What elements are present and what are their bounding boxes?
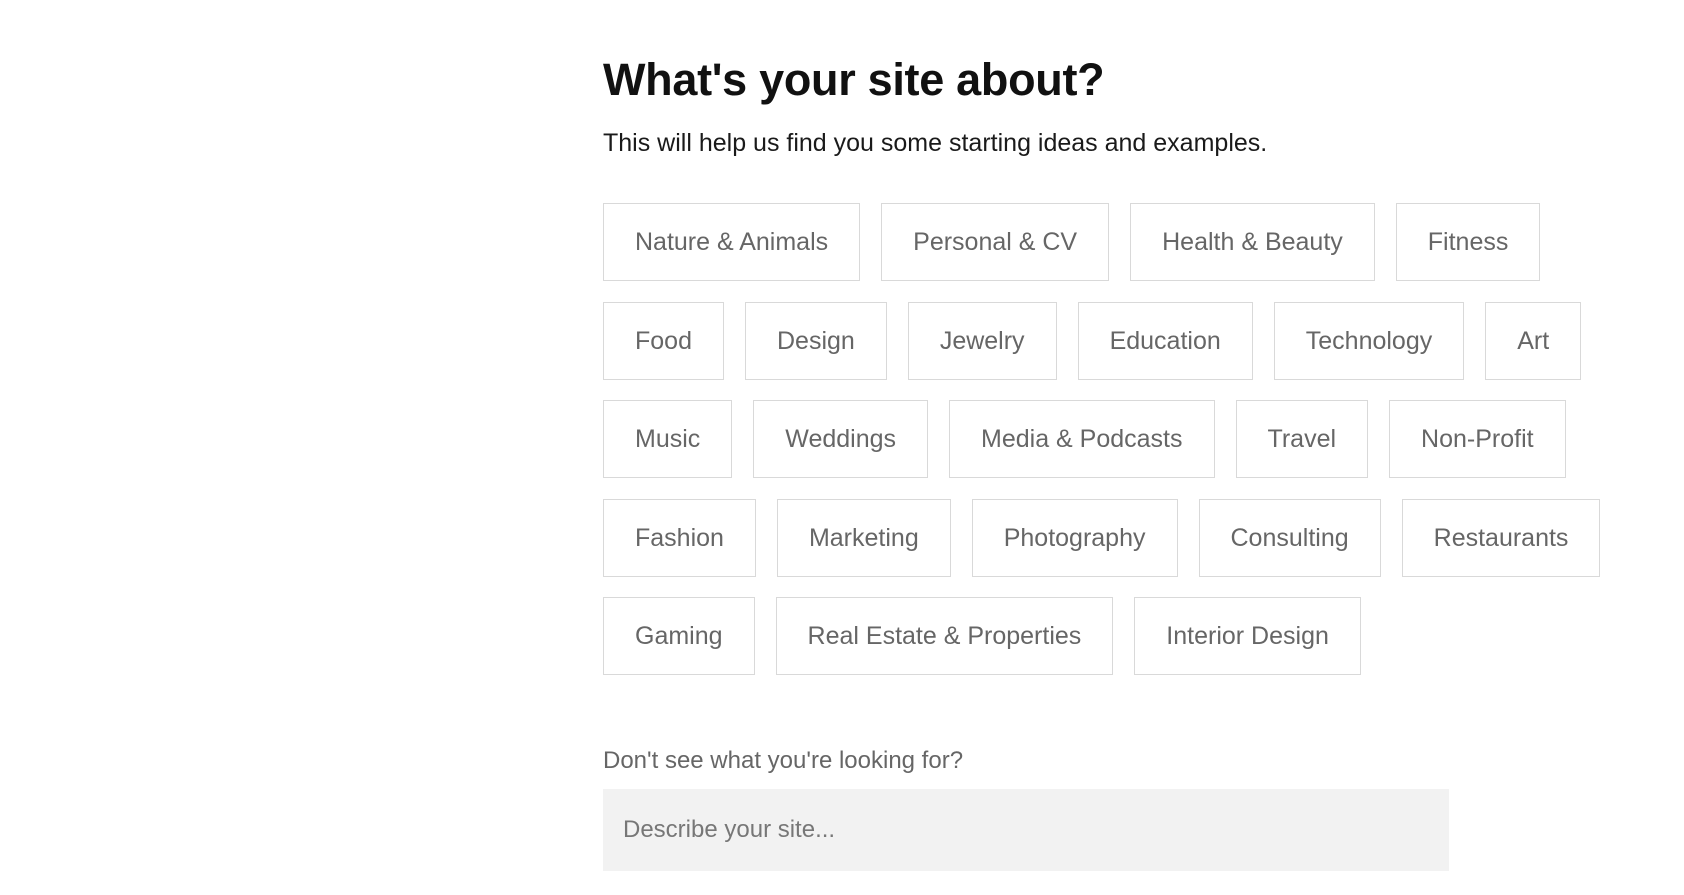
category-chip-media-podcasts[interactable]: Media & Podcasts bbox=[949, 400, 1215, 478]
category-chip-consulting[interactable]: Consulting bbox=[1198, 499, 1381, 577]
category-chip-technology[interactable]: Technology bbox=[1273, 302, 1465, 380]
category-row: Food Design Jewelry Education Technology… bbox=[603, 302, 1582, 380]
category-chip-interior-design[interactable]: Interior Design bbox=[1134, 597, 1361, 675]
category-chip-restaurants[interactable]: Restaurants bbox=[1401, 499, 1601, 577]
describe-site-label: Don't see what you're looking for? bbox=[603, 747, 964, 774]
page-subtitle: This will help us find you some starting… bbox=[603, 129, 1268, 157]
describe-site-input[interactable] bbox=[603, 789, 1449, 871]
category-row: Music Weddings Media & Podcasts Travel N… bbox=[603, 400, 1566, 478]
category-chip-weddings[interactable]: Weddings bbox=[753, 400, 929, 478]
category-chip-jewelry[interactable]: Jewelry bbox=[907, 302, 1057, 380]
category-row: Fashion Marketing Photography Consulting… bbox=[603, 499, 1601, 577]
category-chip-marketing[interactable]: Marketing bbox=[776, 499, 951, 577]
category-chip-travel[interactable]: Travel bbox=[1235, 400, 1369, 478]
category-row: Nature & Animals Personal & CV Health & … bbox=[603, 203, 1541, 281]
category-chip-food[interactable]: Food bbox=[603, 302, 724, 380]
category-chip-photography[interactable]: Photography bbox=[971, 499, 1178, 577]
category-chip-education[interactable]: Education bbox=[1077, 302, 1253, 380]
category-chip-real-estate-properties[interactable]: Real Estate & Properties bbox=[775, 597, 1114, 675]
category-chip-nature-animals[interactable]: Nature & Animals bbox=[603, 203, 861, 281]
category-row: Gaming Real Estate & Properties Interior… bbox=[603, 597, 1361, 675]
category-chip-music[interactable]: Music bbox=[603, 400, 733, 478]
page-title: What's your site about? bbox=[603, 54, 1105, 105]
category-chip-design[interactable]: Design bbox=[744, 302, 887, 380]
category-chip-health-beauty[interactable]: Health & Beauty bbox=[1130, 203, 1375, 281]
category-chip-personal-cv[interactable]: Personal & CV bbox=[881, 203, 1110, 281]
category-chip-gaming[interactable]: Gaming bbox=[603, 597, 755, 675]
category-chip-fashion[interactable]: Fashion bbox=[603, 499, 756, 577]
category-chip-non-profit[interactable]: Non-Profit bbox=[1389, 400, 1566, 478]
category-chip-art[interactable]: Art bbox=[1485, 302, 1582, 380]
category-chip-fitness[interactable]: Fitness bbox=[1395, 203, 1541, 281]
